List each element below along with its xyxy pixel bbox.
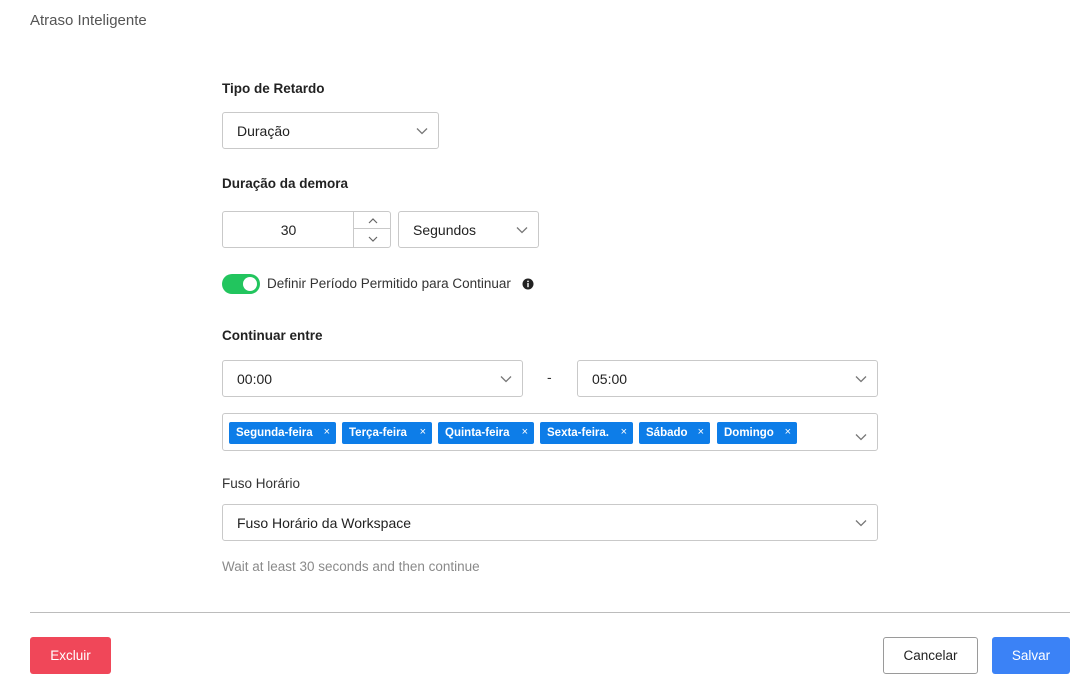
continue-between-label: Continuar entre [222,328,323,343]
delay-type-label: Tipo de Retardo [222,81,325,96]
day-tag: Quinta-feira × [438,422,534,444]
day-tag-label: Quinta-feira [445,427,510,439]
remove-tag-icon[interactable]: × [522,426,528,438]
chevron-down-icon [500,375,512,383]
delay-type-select[interactable]: Duração [222,112,439,149]
day-tag: Sábado × [639,422,710,444]
remove-tag-icon[interactable]: × [621,426,627,438]
delay-type-value: Duração [237,122,290,139]
day-tag: Domingo × [717,422,797,444]
start-time-select[interactable]: 00:00 [222,360,523,397]
end-time-select[interactable]: 05:00 [577,360,878,397]
cancel-button[interactable]: Cancelar [883,637,978,674]
allowed-period-toggle[interactable] [222,274,260,294]
chevron-down-icon [855,519,867,527]
remove-tag-icon[interactable]: × [698,426,704,438]
remove-tag-icon[interactable]: × [324,426,330,438]
footer-divider [30,612,1070,613]
day-tag-label: Sábado [646,427,688,439]
day-tag-label: Sexta-feira. [547,427,610,439]
delay-amount-field[interactable]: 30 [222,211,391,248]
days-multiselect[interactable]: Segunda-feira × Terça-feira × Quinta-fei… [222,413,878,451]
chevron-down-icon [516,226,528,234]
increment-button[interactable] [354,212,391,229]
day-tag: Sexta-feira. × [540,422,633,444]
timezone-select[interactable]: Fuso Horário da Workspace [222,504,878,541]
allowed-period-label: Definir Período Permitido para Continuar [267,276,511,291]
chevron-down-icon [416,127,428,135]
delay-summary-text: Wait at least 30 seconds and then contin… [222,559,480,574]
remove-tag-icon[interactable]: × [420,426,426,438]
toggle-knob [243,277,257,291]
chevron-down-icon [855,428,867,441]
end-time-value: 05:00 [592,370,628,387]
save-button[interactable]: Salvar [992,637,1070,674]
day-tag-label: Domingo [724,427,774,439]
page-title: Atraso Inteligente [30,12,147,29]
delay-unit-value: Segundos [413,221,477,238]
delay-duration-label: Duração da demora [222,176,349,191]
timezone-label: Fuso Horário [222,476,301,491]
decrement-button[interactable] [354,229,391,246]
day-tag-label: Terça-feira [349,427,407,439]
delay-amount-stepper[interactable] [353,212,391,247]
chevron-down-icon [368,229,378,247]
chevron-down-icon [855,375,867,383]
remove-tag-icon[interactable]: × [785,426,791,438]
start-time-value: 00:00 [237,370,273,387]
info-icon[interactable] [522,277,534,290]
delay-amount-input[interactable]: 30 [223,212,354,247]
chevron-up-icon [368,211,378,229]
day-tag-label: Segunda-feira [236,427,313,439]
day-tag: Segunda-feira × [229,422,336,444]
delete-button[interactable]: Excluir [30,637,111,674]
day-tag: Terça-feira × [342,422,432,444]
time-range-separator: - [547,369,552,385]
timezone-value: Fuso Horário da Workspace [237,514,412,531]
delay-unit-select[interactable]: Segundos [398,211,539,248]
